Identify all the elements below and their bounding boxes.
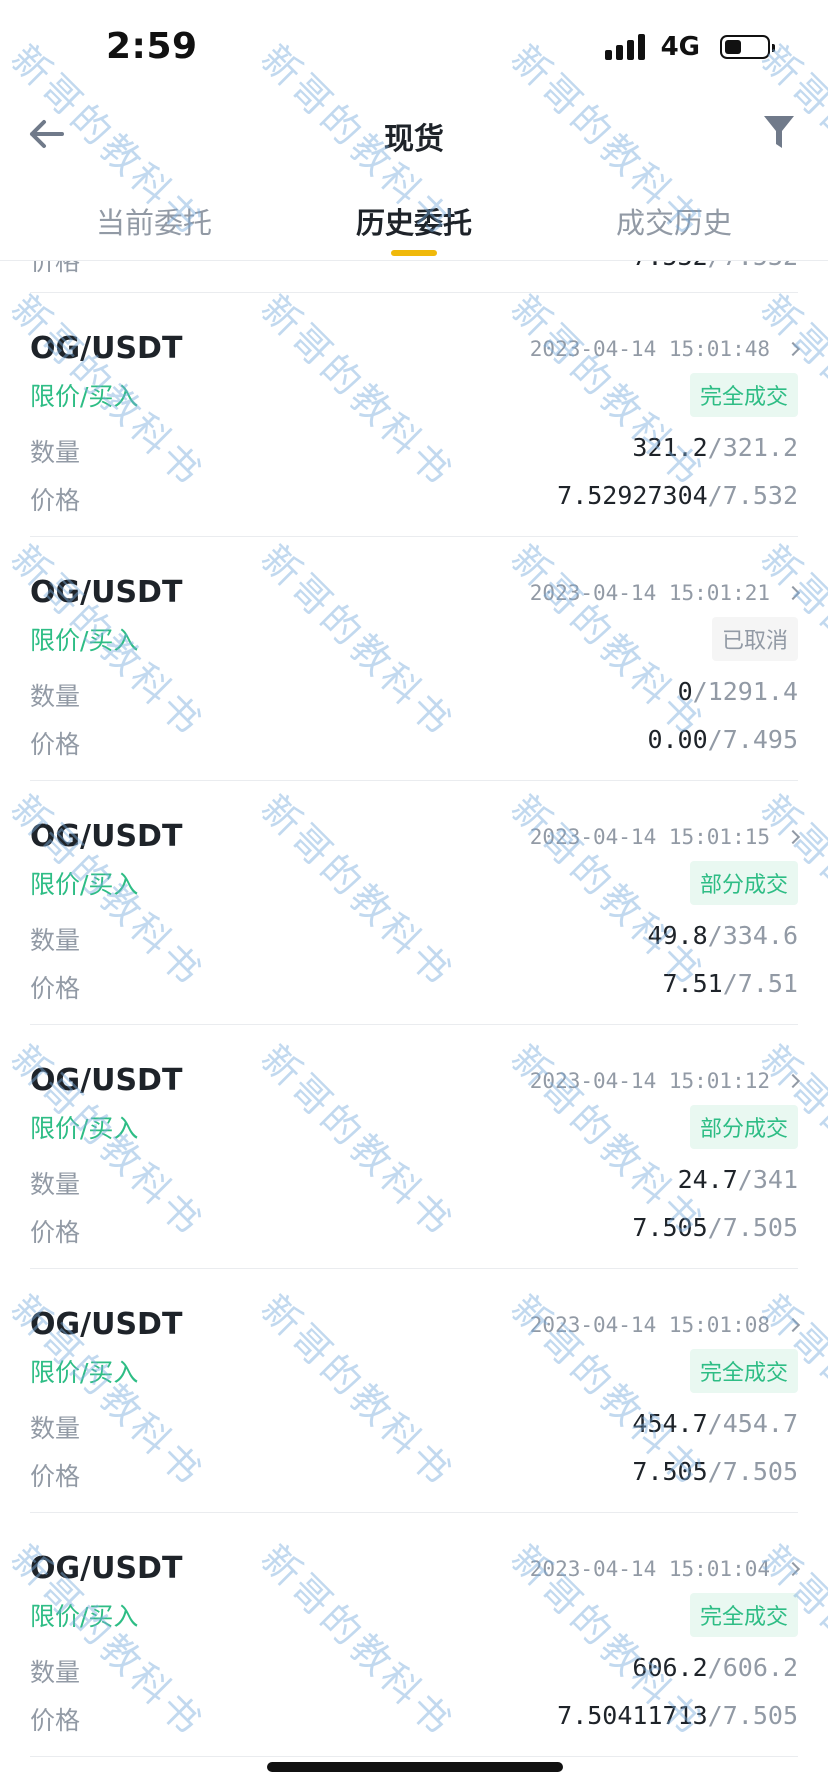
tab-2[interactable]: 历史委托 bbox=[344, 200, 484, 242]
chevron-right-icon bbox=[785, 585, 801, 601]
price-value: 7.505/7.505 bbox=[632, 1213, 798, 1242]
chevron-right-icon bbox=[785, 1073, 801, 1089]
battery-level bbox=[725, 40, 741, 54]
price-value: 7.52927304/7.532 bbox=[557, 481, 798, 510]
order-card[interactable]: OG/USDT 2023-04-14 15:01:15 限价/买入 部分成交数量 49.… bbox=[30, 781, 801, 1025]
partial-order-row: 价格 7.532/7.532 bbox=[30, 261, 798, 293]
quantity-label: 数量 bbox=[30, 1170, 81, 1199]
home-indicator[interactable] bbox=[267, 1762, 563, 1772]
quantity-value: 24.7/341 bbox=[677, 1165, 798, 1194]
order-side: 限价/买入 bbox=[30, 1602, 139, 1631]
price-value: 7.532/7.532 bbox=[632, 261, 798, 271]
order-time: 2023-04-14 15:01:12 bbox=[530, 1069, 801, 1093]
quantity-label: 数量 bbox=[30, 682, 81, 711]
price-label: 价格 bbox=[30, 486, 81, 515]
trading-pair: OG/USDT bbox=[30, 819, 183, 854]
status-indicators: 4G bbox=[604, 32, 775, 62]
status-time: 2:59 bbox=[106, 26, 198, 67]
filter-button[interactable] bbox=[762, 114, 796, 152]
order-time: 2023-04-14 15:01:08 bbox=[530, 1313, 801, 1337]
status-badge: 完全成交 bbox=[689, 1349, 798, 1393]
price-value: 7.50411713/7.505 bbox=[557, 1701, 798, 1730]
order-side: 限价/买入 bbox=[30, 870, 139, 899]
order-card[interactable]: OG/USDT 2023-04-14 15:01:08 限价/买入 完全成交数量 454… bbox=[30, 1269, 801, 1513]
battery-icon bbox=[720, 35, 775, 59]
price-label: 价格 bbox=[30, 261, 81, 276]
chevron-right-icon bbox=[785, 341, 801, 357]
quantity-value: 49.8/334.6 bbox=[647, 921, 798, 950]
page-title: 现货 bbox=[384, 122, 444, 157]
chevron-right-icon bbox=[785, 1561, 801, 1577]
header: 现货 bbox=[0, 100, 828, 170]
tab-3[interactable]: 成交历史 bbox=[604, 200, 744, 242]
order-list-viewport[interactable]: 价格 7.532/7.532 OG/USDT 2023-04-14 15:01:4… bbox=[0, 261, 828, 1792]
price-label: 价格 bbox=[30, 1218, 81, 1247]
status-badge: 部分成交 bbox=[689, 1105, 798, 1149]
signal-icon bbox=[604, 34, 645, 60]
trading-pair: OG/USDT bbox=[30, 1551, 183, 1586]
status-bar: 2:59 4G bbox=[0, 0, 828, 100]
trading-pair: OG/USDT bbox=[30, 1063, 183, 1098]
price-label: 价格 bbox=[30, 730, 81, 759]
order-time: 2023-04-14 15:01:21 bbox=[530, 581, 801, 605]
price-label: 价格 bbox=[30, 1462, 81, 1491]
price-label: 价格 bbox=[30, 1706, 81, 1735]
network-type: 4G bbox=[660, 32, 700, 62]
status-badge: 部分成交 bbox=[689, 861, 798, 905]
order-side: 限价/买入 bbox=[30, 382, 139, 411]
order-time: 2023-04-14 15:01:48 bbox=[530, 337, 801, 361]
order-time: 2023-04-14 15:01:15 bbox=[530, 825, 801, 849]
status-badge: 完全成交 bbox=[689, 1593, 798, 1637]
chevron-right-icon bbox=[785, 829, 801, 845]
order-card[interactable]: OG/USDT 2023-04-14 15:01:48 限价/买入 完全成交数量 321… bbox=[30, 293, 801, 537]
order-tabs: 当前委托 历史委托 成交历史 bbox=[0, 192, 828, 262]
quantity-label: 数量 bbox=[30, 1414, 81, 1443]
quantity-value: 606.2/606.2 bbox=[632, 1653, 798, 1682]
order-list: 价格 7.532/7.532 OG/USDT 2023-04-14 15:01:4… bbox=[0, 261, 828, 1757]
order-side: 限价/买入 bbox=[30, 1358, 139, 1387]
price-value: 7.505/7.505 bbox=[632, 1457, 798, 1486]
quantity-value: 454.7/454.7 bbox=[632, 1409, 798, 1438]
price-value: 7.51/7.51 bbox=[662, 969, 799, 998]
trading-pair: OG/USDT bbox=[30, 331, 183, 366]
order-side: 限价/买入 bbox=[30, 626, 139, 655]
quantity-label: 数量 bbox=[30, 1658, 81, 1687]
chevron-right-icon bbox=[785, 1317, 801, 1333]
price-label: 价格 bbox=[30, 974, 81, 1003]
order-side: 限价/买入 bbox=[30, 1114, 139, 1143]
quantity-label: 数量 bbox=[30, 926, 81, 955]
trading-pair: OG/USDT bbox=[30, 1307, 183, 1342]
status-badge: 完全成交 bbox=[689, 373, 798, 417]
order-card[interactable]: OG/USDT 2023-04-14 15:01:12 限价/买入 部分成交数量 24.… bbox=[30, 1025, 801, 1269]
price-value: 0.00/7.495 bbox=[647, 725, 798, 754]
tab-1[interactable]: 当前委托 bbox=[84, 200, 224, 242]
trading-pair: OG/USDT bbox=[30, 575, 183, 610]
filter-icon bbox=[764, 116, 794, 148]
order-card[interactable]: OG/USDT 2023-04-14 15:01:21 限价/买入 已取消数量 0/12… bbox=[30, 537, 801, 781]
order-card[interactable]: OG/USDT 2023-04-14 15:01:04 限价/买入 完全成交数量 606… bbox=[30, 1513, 801, 1757]
quantity-value: 321.2/321.2 bbox=[632, 433, 798, 462]
status-badge: 已取消 bbox=[711, 617, 798, 661]
active-tab-indicator bbox=[391, 250, 437, 256]
order-time: 2023-04-14 15:01:04 bbox=[530, 1557, 801, 1581]
quantity-value: 0/1291.4 bbox=[677, 677, 798, 706]
quantity-label: 数量 bbox=[30, 438, 81, 467]
